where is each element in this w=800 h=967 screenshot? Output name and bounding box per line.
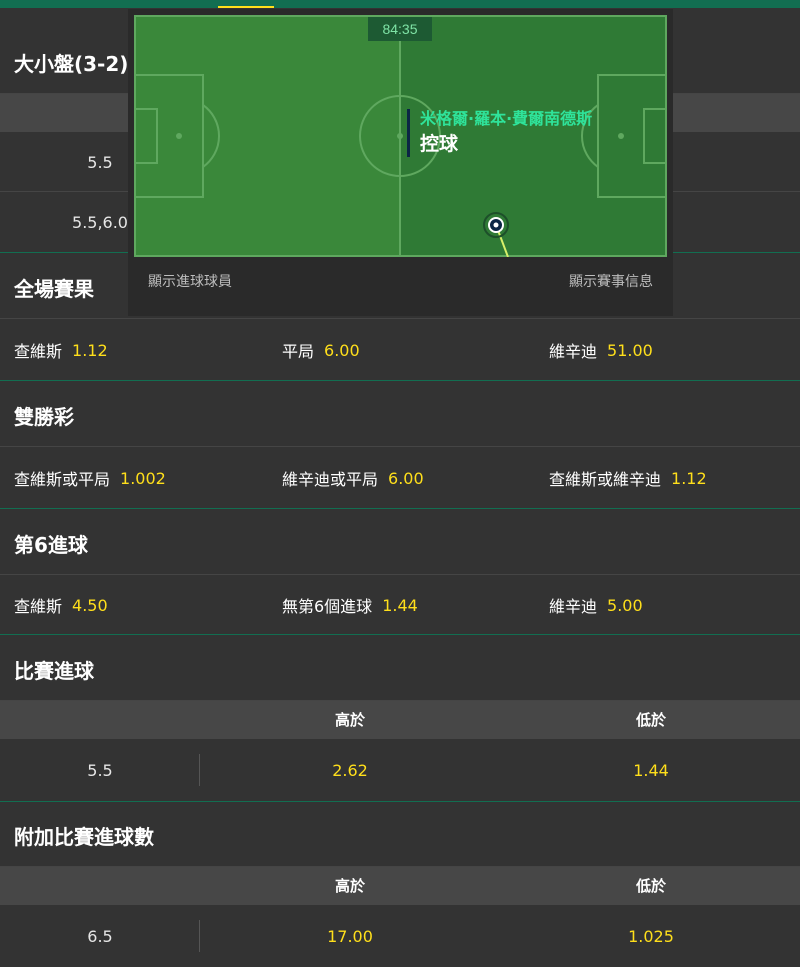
outcome-away-or-draw[interactable]: 維辛迪或平局 6.00 — [282, 448, 424, 508]
over-odds-button[interactable]: 2.62 — [332, 739, 368, 801]
outcome-label: 查維斯 — [14, 597, 63, 616]
outcome-home[interactable]: 查維斯 1.12 — [14, 320, 108, 380]
outcome-home[interactable]: 查維斯 4.50 — [14, 576, 108, 634]
double-chance-row: 查維斯或平局 1.002 維辛迪或平局 6.00 查維斯或維辛迪 1.12 — [0, 448, 800, 508]
line-value: 5.5,6.0 — [72, 212, 128, 232]
divider — [199, 754, 200, 786]
player-name: 米格爾·羅本·費爾南德斯 — [420, 109, 593, 128]
outcome-label: 維辛迪 — [549, 597, 598, 616]
market-title: 大小盤(3-2) — [14, 52, 129, 76]
odds-value: 1.44 — [382, 595, 418, 615]
outcome-label: 無第6個進球 — [282, 597, 373, 616]
active-tab-indicator — [218, 6, 274, 8]
match-clock: 84:35 — [368, 17, 432, 41]
fulltime-row: 查維斯 1.12 平局 6.00 維辛迪 51.00 — [0, 320, 800, 380]
outcome-label: 平局 — [282, 342, 315, 361]
odds-value: 6.00 — [324, 340, 360, 360]
outcome-away[interactable]: 維辛迪 51.00 — [549, 320, 653, 380]
line-value: 5.5 — [87, 152, 113, 172]
market-header-match-goals[interactable]: 比賽進球 — [0, 635, 800, 701]
show-scorers-link[interactable]: 顯示進球球員 — [148, 271, 232, 291]
divider — [199, 920, 200, 952]
market-header-sixth-goal[interactable]: 第6進球 — [0, 509, 800, 575]
outcome-label: 維辛迪或平局 — [282, 470, 379, 489]
alt-goals-row: 6.5 17.00 1.025 — [0, 905, 800, 967]
match-goals-row: 5.5 2.62 1.44 — [0, 739, 800, 801]
market-header-alt-goals[interactable]: 附加比賽進球數 — [0, 802, 800, 867]
odds-value: 51.00 — [607, 340, 653, 360]
over-odds-button[interactable]: 17.00 — [327, 905, 373, 967]
under-odds-button[interactable]: 1.44 — [633, 739, 669, 801]
outcome-label: 查維斯 — [14, 342, 63, 361]
odds-value: 1.12 — [72, 340, 108, 360]
column-header-bar: 高於 低於 — [0, 867, 800, 905]
live-tracker-popup: 84:35 米格爾·羅本·費爾南德斯 控球 顯示進球球員 顯示賽事信息 — [128, 9, 673, 316]
market-header-double-chance[interactable]: 雙勝彩 — [0, 381, 800, 447]
outcome-home-or-away[interactable]: 查維斯或維辛迪 1.12 — [549, 448, 707, 508]
market-title: 第6進球 — [14, 533, 88, 557]
outcome-label: 查維斯或平局 — [14, 470, 111, 489]
odds-value: 1.12 — [671, 468, 707, 488]
line-value: 6.5 — [87, 926, 113, 946]
outcome-label: 查維斯或維辛迪 — [549, 470, 662, 489]
outcome-no-goal[interactable]: 無第6個進球 1.44 — [282, 576, 418, 634]
outcome-home-or-draw[interactable]: 查維斯或平局 1.002 — [14, 448, 166, 508]
column-header-bar: 高於 低於 — [0, 701, 800, 739]
possession-state: 控球 — [420, 133, 459, 155]
over-column-label: 高於 — [334, 711, 366, 729]
line-value: 5.5 — [87, 760, 113, 780]
odds-value: 6.00 — [388, 468, 424, 488]
odds-value: 1.002 — [120, 468, 166, 488]
possession-callout: 米格爾·羅本·費爾南德斯 控球 — [407, 109, 592, 157]
outcome-draw[interactable]: 平局 6.00 — [282, 320, 360, 380]
under-odds-button[interactable]: 1.025 — [628, 905, 674, 967]
market-title: 比賽進球 — [14, 659, 94, 683]
outcome-label: 維辛迪 — [549, 342, 598, 361]
top-nav-bar — [0, 0, 800, 8]
sixth-goal-row: 查維斯 4.50 無第6個進球 1.44 維辛迪 5.00 — [0, 576, 800, 634]
outcome-away[interactable]: 維辛迪 5.00 — [549, 576, 643, 634]
odds-value: 5.00 — [607, 595, 643, 615]
market-title: 全場賽果 — [14, 277, 94, 301]
show-match-info-link[interactable]: 顯示賽事信息 — [569, 271, 653, 291]
market-title: 雙勝彩 — [14, 405, 74, 429]
odds-value: 4.50 — [72, 595, 108, 615]
under-column-label: 低於 — [635, 711, 667, 729]
over-column-label: 高於 — [334, 877, 366, 895]
market-title: 附加比賽進球數 — [14, 825, 154, 849]
under-column-label: 低於 — [635, 877, 667, 895]
